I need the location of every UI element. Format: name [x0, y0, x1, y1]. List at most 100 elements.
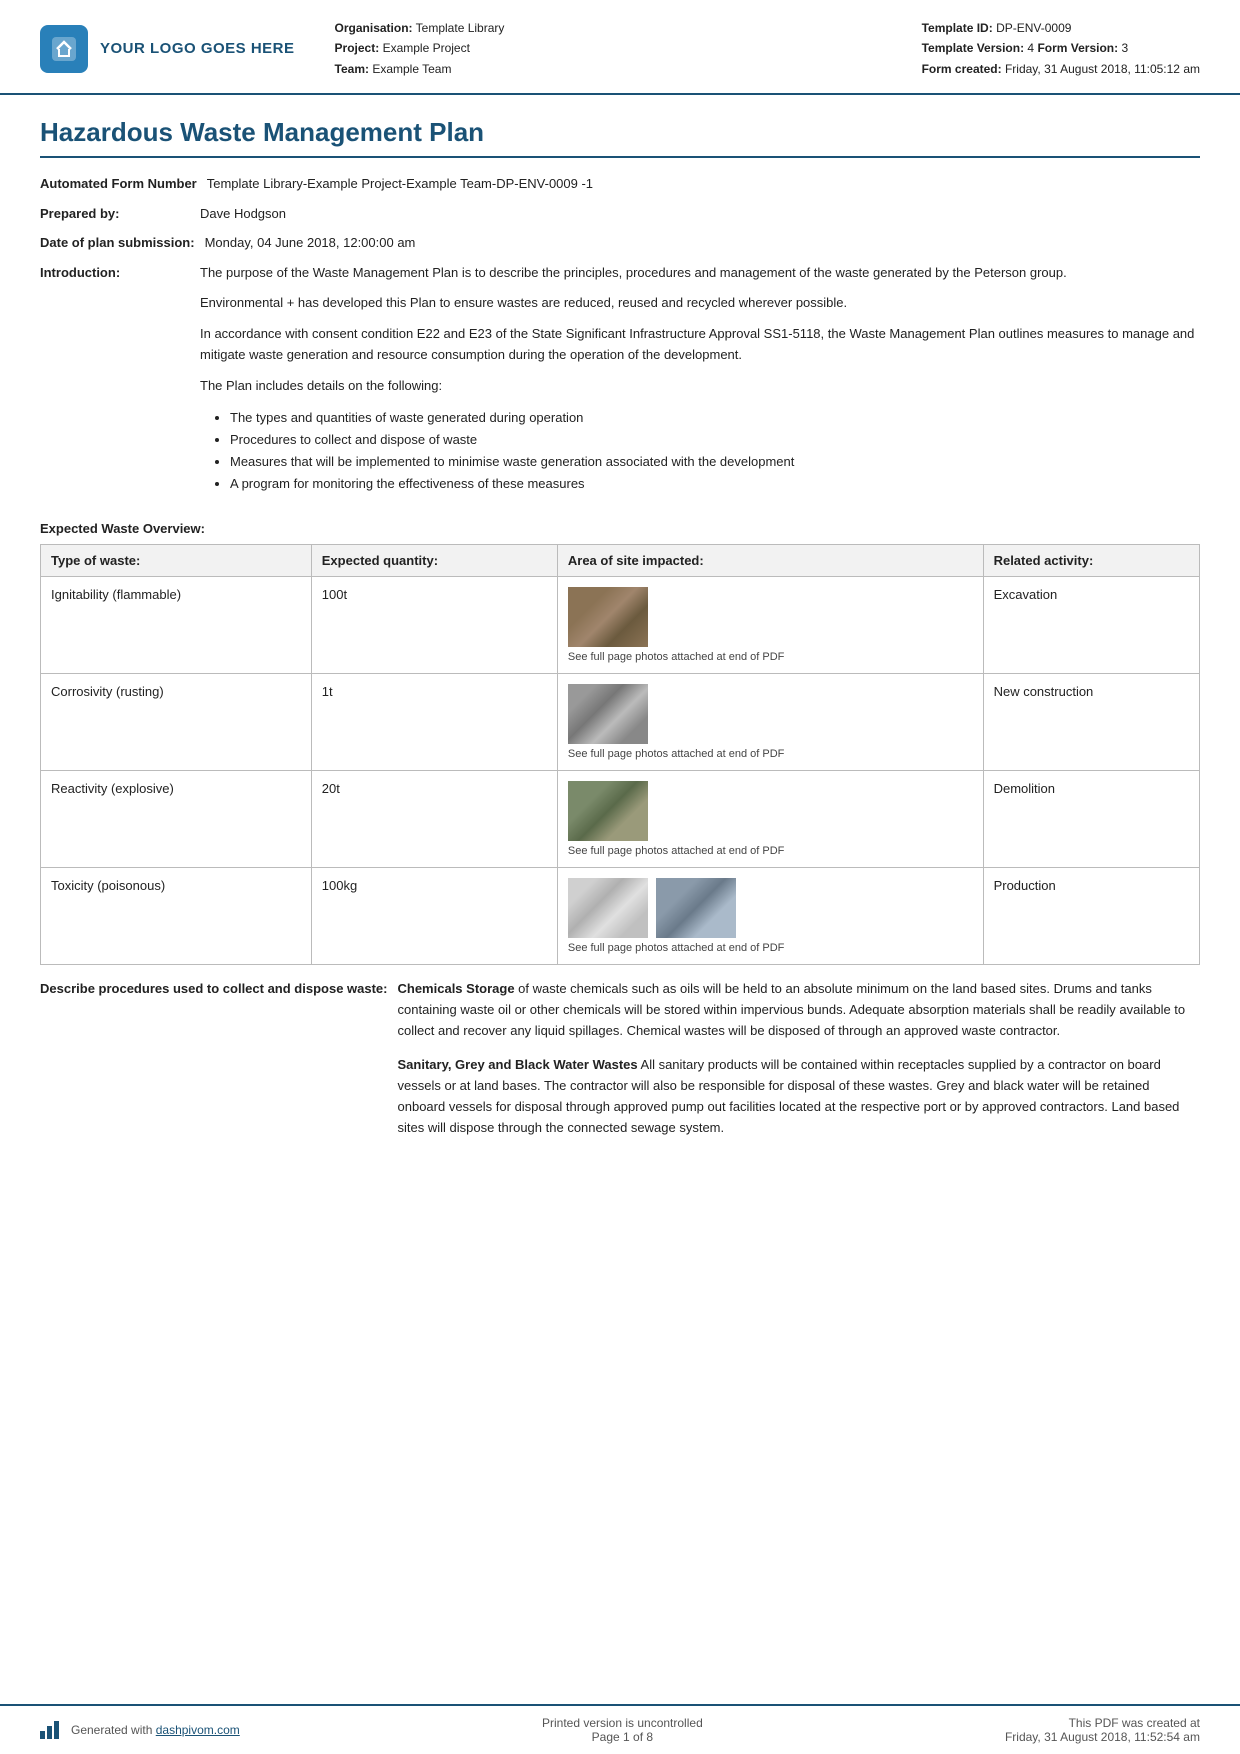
footer-right-line1: This PDF was created at: [1005, 1716, 1200, 1730]
form-version-value: 3: [1121, 41, 1128, 55]
intro-content: The purpose of the Waste Management Plan…: [200, 263, 1200, 505]
photo-caption: See full page photos attached at end of …: [568, 845, 973, 857]
template-id-line: Template ID: DP-ENV-0009: [922, 18, 1200, 38]
intro-para1: The purpose of the Waste Management Plan…: [200, 263, 1200, 284]
project-value: Example Project: [383, 41, 470, 55]
table-header-row: Type of waste: Expected quantity: Area o…: [41, 545, 1200, 577]
footer-logo-bars: [40, 1721, 61, 1739]
template-version-label: Template Version:: [922, 41, 1024, 55]
logo-text: YOUR LOGO GOES HERE: [100, 40, 295, 57]
col-area: Area of site impacted:: [557, 545, 983, 577]
photo-thumb: [568, 878, 648, 938]
team-label: Team:: [335, 62, 369, 76]
waste-table-body: Ignitability (flammable)100t See full pag…: [41, 577, 1200, 965]
org-value: Template Library: [416, 21, 505, 35]
generated-text: Generated with: [71, 1723, 152, 1737]
team-value: Example Team: [372, 62, 451, 76]
cell-area: See full page photos attached at end of …: [557, 771, 983, 868]
form-version-label: Form Version:: [1037, 41, 1118, 55]
team-line: Team: Example Team: [335, 59, 505, 79]
photo-caption: See full page photos attached at end of …: [568, 748, 973, 760]
form-created-label: Form created:: [922, 62, 1002, 76]
bullet-1: The types and quantities of waste genera…: [230, 407, 1200, 429]
bullet-4: A program for monitoring the effectivene…: [230, 473, 1200, 495]
cell-quantity: 100t: [311, 577, 557, 674]
cell-activity: Production: [983, 868, 1199, 965]
date-value: Monday, 04 June 2018, 12:00:00 am: [205, 233, 1200, 253]
cell-activity: New construction: [983, 674, 1199, 771]
bullet-3: Measures that will be implemented to min…: [230, 451, 1200, 473]
footer-left: Generated with dashpivom.com: [40, 1721, 240, 1739]
bar3: [54, 1721, 59, 1739]
project-label: Project:: [335, 41, 380, 55]
intro-bullets: The types and quantities of waste genera…: [230, 407, 1200, 495]
chemicals-para: Chemicals Storage of waste chemicals suc…: [398, 979, 1201, 1041]
cell-quantity: 100kg: [311, 868, 557, 965]
content: Hazardous Waste Management Plan Automate…: [0, 95, 1240, 1704]
prepared-by-row: Prepared by: Dave Hodgson: [40, 204, 1200, 224]
photo-thumb: [656, 878, 736, 938]
logo-box: YOUR LOGO GOES HERE: [40, 25, 295, 73]
chemicals-text: of waste chemicals such as oils will be …: [398, 981, 1186, 1038]
doc-title: Hazardous Waste Management Plan: [40, 117, 1200, 158]
project-line: Project: Example Project: [335, 38, 505, 58]
form-number-label: Automated Form Number: [40, 174, 207, 194]
prepared-by-label: Prepared by:: [40, 204, 200, 224]
footer: Generated with dashpivom.com Printed ver…: [0, 1704, 1240, 1754]
form-number-value: Template Library-Example Project-Example…: [207, 174, 1200, 194]
table-row: Toxicity (poisonous)100kgSee full page p…: [41, 868, 1200, 965]
photo-caption: See full page photos attached at end of …: [568, 651, 973, 663]
page: YOUR LOGO GOES HERE Organisation: Templa…: [0, 0, 1240, 1754]
footer-center-line1: Printed version is uncontrolled: [542, 1716, 703, 1730]
waste-table: Type of waste: Expected quantity: Area o…: [40, 544, 1200, 965]
col-type: Type of waste:: [41, 545, 312, 577]
table-heading: Expected Waste Overview:: [40, 521, 1200, 536]
footer-logo: [40, 1721, 65, 1739]
footer-center-line2: Page 1 of 8: [542, 1730, 703, 1744]
table-row: Ignitability (flammable)100t See full pag…: [41, 577, 1200, 674]
template-version-value: 4: [1027, 41, 1034, 55]
cell-area: See full page photos attached at end of …: [557, 674, 983, 771]
template-version-line: Template Version: 4 Form Version: 3: [922, 38, 1200, 58]
header-meta: Organisation: Template Library Project: …: [335, 18, 1200, 79]
cell-quantity: 20t: [311, 771, 557, 868]
form-created-value: Friday, 31 August 2018, 11:05:12 am: [1005, 62, 1200, 76]
photo-caption: See full page photos attached at end of …: [568, 942, 973, 954]
org-line: Organisation: Template Library: [335, 18, 505, 38]
cell-activity: Demolition: [983, 771, 1199, 868]
bullet-2: Procedures to collect and dispose of was…: [230, 429, 1200, 451]
bar1: [40, 1731, 45, 1739]
introduction-row: Introduction: The purpose of the Waste M…: [40, 263, 1200, 505]
photo-thumb: [568, 781, 648, 841]
bar2: [47, 1726, 52, 1739]
cell-type: Corrosivity (rusting): [41, 674, 312, 771]
photo-thumb: [568, 684, 648, 744]
org-label: Organisation:: [335, 21, 413, 35]
table-row: Reactivity (explosive)20tSee full page p…: [41, 771, 1200, 868]
footer-center: Printed version is uncontrolled Page 1 o…: [542, 1716, 703, 1744]
cell-area: See full page photos attached at end of …: [557, 868, 983, 965]
procedures-label: Describe procedures used to collect and …: [40, 979, 398, 1153]
procedures-row: Describe procedures used to collect and …: [40, 979, 1200, 1153]
intro-label: Introduction:: [40, 263, 200, 283]
col-quantity: Expected quantity:: [311, 545, 557, 577]
prepared-by-value: Dave Hodgson: [200, 204, 1200, 224]
intro-para4: The Plan includes details on the followi…: [200, 376, 1200, 397]
col-activity: Related activity:: [983, 545, 1199, 577]
cell-type: Ignitability (flammable): [41, 577, 312, 674]
meta-left: Organisation: Template Library Project: …: [335, 18, 505, 79]
sanitary-heading: Sanitary, Grey and Black Water Wastes: [398, 1057, 638, 1072]
form-number-row: Automated Form Number Template Library-E…: [40, 174, 1200, 194]
date-row: Date of plan submission: Monday, 04 June…: [40, 233, 1200, 253]
date-label: Date of plan submission:: [40, 233, 205, 253]
template-id-label: Template ID:: [922, 21, 993, 35]
cell-activity: Excavation: [983, 577, 1199, 674]
chemicals-heading: Chemicals Storage: [398, 981, 515, 996]
sanitary-para: Sanitary, Grey and Black Water Wastes Al…: [398, 1055, 1201, 1138]
photo-thumb: [568, 587, 648, 647]
form-created-line: Form created: Friday, 31 August 2018, 11…: [922, 59, 1200, 79]
footer-right: This PDF was created at Friday, 31 Augus…: [1005, 1716, 1200, 1744]
header: YOUR LOGO GOES HERE Organisation: Templa…: [0, 0, 1240, 95]
dashpivot-link[interactable]: dashpivom.com: [156, 1723, 240, 1737]
cell-quantity: 1t: [311, 674, 557, 771]
